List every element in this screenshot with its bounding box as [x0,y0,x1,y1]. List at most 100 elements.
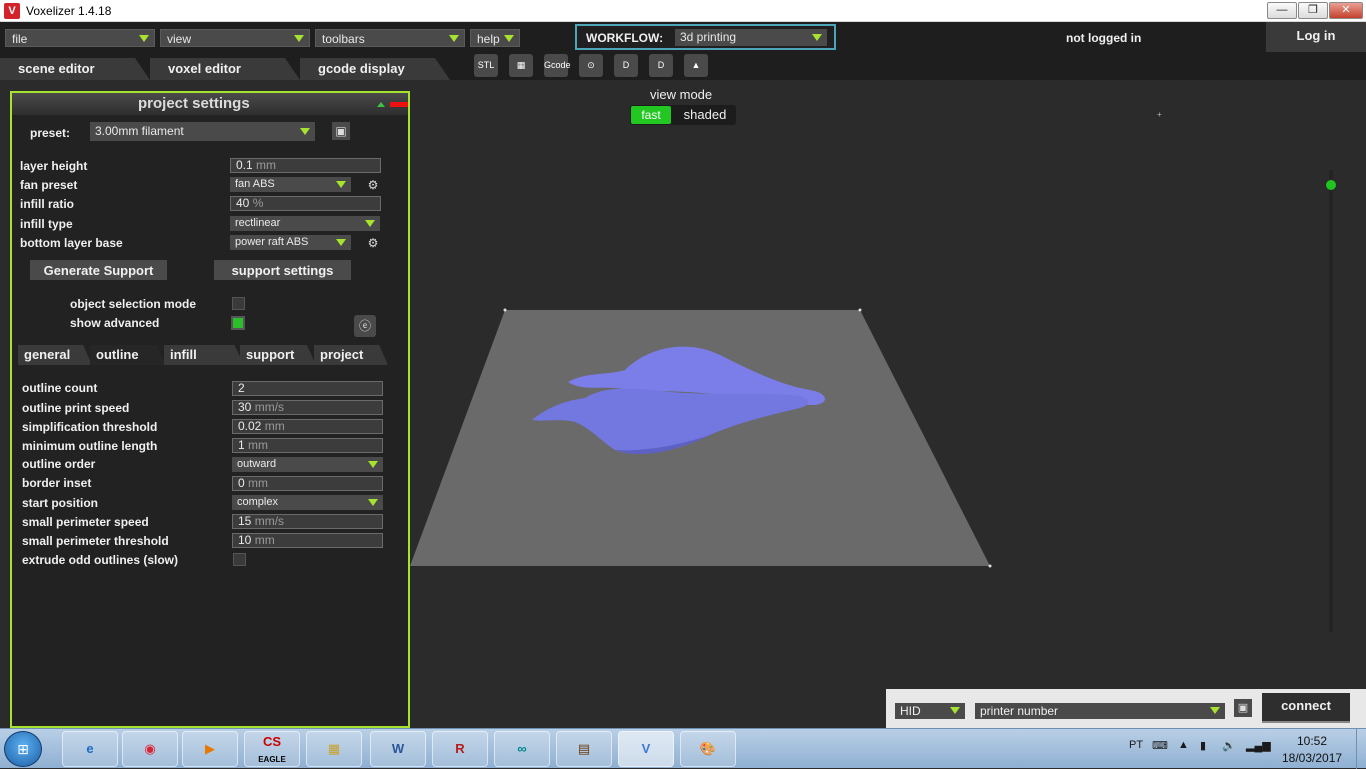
rhino-icon[interactable]: R [432,731,488,767]
start-button-icon[interactable]: ⊞ [4,731,42,767]
close-window-button[interactable]: ✕ [1329,2,1363,19]
tab-support[interactable]: support [240,345,316,365]
save-preset-icon[interactable]: ▣ [332,122,350,140]
infill-type-dropdown[interactable]: rectlinear [230,216,380,231]
eagle-label: EAGLE [258,755,286,764]
minimize-button[interactable]: — [1267,2,1297,19]
word-icon[interactable]: W [370,731,426,767]
gcode-label: Gcode [544,60,571,70]
chevron-down-icon [950,707,960,714]
view-menu[interactable]: view [160,29,310,47]
outline-order-dropdown[interactable]: outward [232,457,383,472]
file-menu[interactable]: file [5,29,155,47]
3d-viewport-scene[interactable] [410,300,1010,580]
collapse-icon[interactable] [377,102,385,107]
bottom-layer-label: bottom layer base [20,236,123,250]
layer-height-value: 0.1 [236,158,253,172]
tab-voxel-editor[interactable]: voxel editor [150,58,300,80]
tree-icon[interactable]: ⓔ [354,315,376,337]
close-panel-icon[interactable] [390,102,408,107]
language-indicator[interactable]: PT [1129,739,1143,751]
network-signal-icon[interactable]: ▂▄▆ [1246,739,1271,752]
layer-height-input[interactable]: 0.1 mm [230,158,381,173]
generate-support-button[interactable]: Generate Support [30,260,167,282]
protocol-dropdown[interactable]: HID [895,703,965,719]
show-advanced-checkbox[interactable] [231,316,245,330]
clock-time[interactable]: 10:52 [1297,734,1327,748]
border-inset-value: 0 [238,476,245,490]
keyboard-icon[interactable]: ⌨ [1152,739,1168,752]
open-stl-icon[interactable]: STL [474,54,498,77]
upload-d-icon[interactable]: D [649,54,673,77]
restore-button[interactable]: ❐ [1298,2,1328,19]
workflow-label: WORKFLOW: [586,31,664,45]
media-player-icon[interactable]: ▶ [182,731,238,767]
paint-icon[interactable]: 🎨 [680,731,736,767]
preset-value: 3.00mm filament [95,124,184,138]
min-outline-label: minimum outline length [22,439,158,453]
internet-explorer-icon[interactable]: e [62,731,118,767]
window-titlebar: V Voxelizer 1.4.18 — ❐ ✕ [0,0,1366,22]
show-advanced-label: show advanced [70,316,160,330]
simplification-input[interactable]: 0.02 mm [232,419,383,434]
chevron-down-icon [368,461,378,468]
save-connection-icon[interactable]: ▣ [1234,699,1252,717]
view-mode-shaded[interactable]: shaded [676,106,734,124]
show-desktop-button[interactable] [1356,729,1366,769]
support-settings-button[interactable]: support settings [214,260,351,282]
tab-infill[interactable]: infill [164,345,244,365]
fan-preset-dropdown[interactable]: fan ABS [230,177,351,192]
file-explorer-icon[interactable]: ▦ [306,731,362,767]
start-position-dropdown[interactable]: complex [232,495,383,510]
help-menu[interactable]: help [470,29,520,47]
small-perim-thresh-input[interactable]: 10 mm [232,533,383,548]
connect-button[interactable]: connect [1262,693,1350,723]
bottom-layer-dropdown[interactable]: power raft ABS [230,235,351,250]
min-outline-input[interactable]: 1 mm [232,438,383,453]
workflow-selector: WORKFLOW: 3d printing [575,24,836,50]
printer-dropdown[interactable]: printer number [975,703,1225,719]
login-button[interactable]: Log in [1266,22,1366,52]
arduino-icon[interactable]: ∞ [494,731,550,767]
open-gcode-icon[interactable]: Gcode [544,54,571,77]
voxelizer-taskbar-icon[interactable]: V [618,731,674,767]
bottom-layer-value: power raft ABS [235,236,309,248]
outline-speed-unit: mm/s [254,400,285,414]
gear-icon[interactable]: ⚙ [366,178,380,192]
download-d-icon[interactable]: D [614,54,638,77]
triangle-icon[interactable]: ▲ [684,54,708,77]
chevron-down-icon [139,35,149,42]
eagle-icon[interactable]: CS EAGLE [244,731,300,767]
border-inset-input[interactable]: 0 mm [232,476,383,491]
tab-outline[interactable]: outline [90,345,166,365]
clock-date[interactable]: 18/03/2017 [1282,751,1342,765]
tab-general[interactable]: general [18,345,92,365]
workflow-dropdown[interactable]: 3d printing [675,29,827,46]
tab-project[interactable]: project [314,345,388,365]
chevron-down-icon [294,35,304,42]
copper-cam-icon[interactable]: ▤ [556,731,612,767]
toolbars-menu[interactable]: toolbars [315,29,465,47]
layer-slider-knob[interactable] [1326,180,1336,190]
printer-icon[interactable]: ⊙ [579,54,603,77]
chrome-icon[interactable]: ◉ [122,731,178,767]
small-perim-speed-input[interactable]: 15 mm/s [232,514,383,529]
preset-dropdown[interactable]: 3.00mm filament [90,122,315,141]
volume-icon[interactable]: 🔊 [1222,739,1236,752]
tray-expand-icon[interactable]: ▲ [1178,739,1189,751]
usb-icon[interactable]: ▮ [1200,739,1206,752]
outline-speed-input[interactable]: 30 mm/s [232,400,383,415]
gear-icon[interactable]: ⚙ [366,236,380,250]
checkerboard-icon[interactable]: ▦ [509,54,533,77]
view-mode-fast[interactable]: fast [631,106,671,124]
chevron-down-icon [449,35,459,42]
window-title: Voxelizer 1.4.18 [26,4,112,18]
tab-scene-editor[interactable]: scene editor [0,58,150,80]
tab-gcode-display[interactable]: gcode display [300,58,450,80]
layer-slider[interactable] [1326,170,1336,632]
object-selection-checkbox[interactable] [232,297,245,310]
outline-count-input[interactable]: 2 [232,381,383,396]
extrude-odd-checkbox[interactable] [233,553,246,566]
infill-ratio-input[interactable]: 40 % [230,196,381,211]
printer-value: printer number [980,704,1059,718]
